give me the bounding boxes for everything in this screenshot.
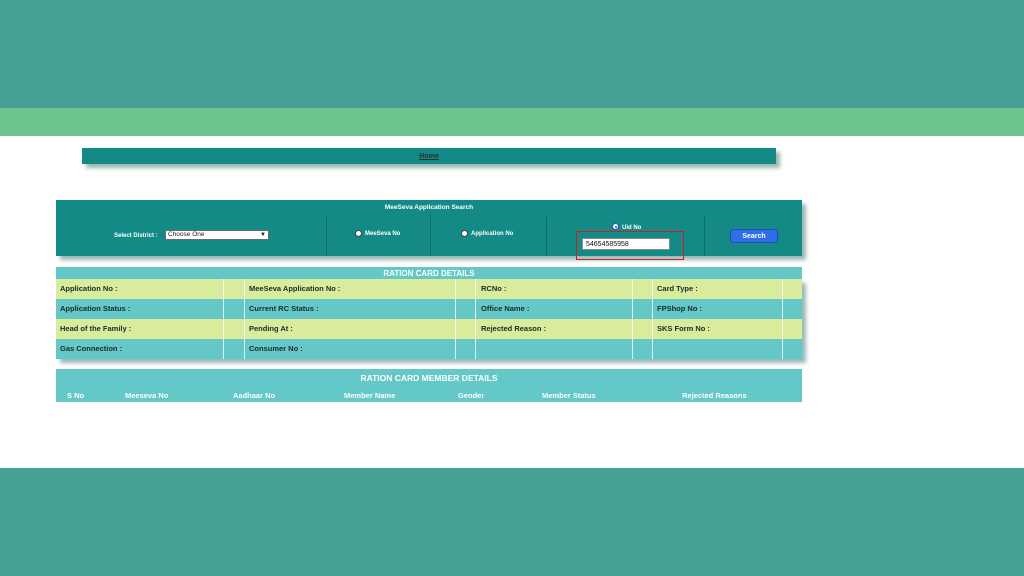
cell-divider [430,215,431,256]
cell-divider [223,279,224,299]
cell-divider [782,339,783,359]
radio-meeseva-no[interactable] [355,230,362,237]
cell-divider [223,319,224,339]
radio-application-label: Application No [471,231,514,237]
cell-divider [632,339,633,359]
member-details-title: RATION CARD MEMBER DETAILS [360,373,498,383]
column-header-meeseva-no: Meeseva No [125,391,169,400]
cell-divider [244,279,245,299]
cell-divider [652,339,653,359]
cell-divider [455,339,456,359]
table-row: Head of the Family : Pending At : Reject… [56,319,802,339]
field-gas-connection: Gas Connection : [60,344,123,353]
district-select[interactable]: Choose One ▼ [165,230,269,240]
member-details-section: RATION CARD MEMBER DETAILS S No Meeseva … [56,369,802,402]
column-header-rejected-reasons: Rejected Reasons [682,391,747,400]
top-banner [0,0,1024,108]
ration-card-details-table: Application No : MeeSeva Application No … [56,279,802,359]
highlight-annotation [576,231,684,260]
ration-card-details-title: RATION CARD DETAILS [56,267,802,279]
cell-divider [782,319,783,339]
cell-divider [326,215,327,256]
cell-divider [223,299,224,319]
cell-divider [455,279,456,299]
radio-meeseva-label: MeeSeva No [365,231,401,237]
field-rejected-reason: Rejected Reason : [481,324,547,333]
chevron-down-icon: ▼ [260,232,266,238]
cell-divider [244,319,245,339]
cell-divider [475,299,476,319]
cell-divider [652,319,653,339]
column-header-member-name: Member Name [344,391,396,400]
column-header-gender: Gender [458,391,485,400]
cell-divider [632,279,633,299]
column-header-aadhaar-no: Aadhaar No [233,391,276,400]
field-pending-at: Pending At : [249,324,293,333]
table-row: Application Status : Current RC Status :… [56,299,802,319]
cell-divider [475,279,476,299]
cell-divider [652,279,653,299]
cell-divider [704,215,705,256]
cell-divider [244,299,245,319]
district-label: Select District : [114,233,158,239]
table-row: Application No : MeeSeva Application No … [56,279,802,299]
search-button[interactable]: Search [730,229,778,243]
cell-divider [244,339,245,359]
field-current-rc-status: Current RC Status : [249,304,319,313]
field-application-status: Application Status : [60,304,131,313]
cell-divider [455,299,456,319]
table-row: Gas Connection : Consumer No : [56,339,802,359]
cell-divider [782,299,783,319]
field-meeseva-application-no: MeeSeva Application No : [249,284,341,293]
field-consumer-no: Consumer No : [249,344,303,353]
cell-divider [782,279,783,299]
column-header-member-status: Member Status [542,391,596,400]
field-fpshop-no: FPShop No : [657,304,702,313]
cell-divider [632,319,633,339]
field-rc-no: RCNo : [481,284,507,293]
cell-divider [475,319,476,339]
cell-divider [475,339,476,359]
radio-application-no[interactable] [461,230,468,237]
home-bar: Home [82,148,776,164]
cell-divider [223,339,224,359]
cell-divider [632,299,633,319]
column-header-s-no: S No [67,391,85,400]
home-link[interactable]: Home [419,153,438,160]
green-stripe [0,108,1024,136]
bottom-banner [0,468,1024,576]
field-head-of-family: Head of the Family : [60,324,132,333]
cell-divider [455,319,456,339]
field-application-no: Application No : [60,284,118,293]
radio-uid-no[interactable] [612,223,619,230]
search-panel-title: MeeSeva Application Search [384,203,474,211]
cell-divider [546,215,547,256]
cell-divider [652,299,653,319]
district-selected-value: Choose One [168,231,205,238]
field-sks-form-no: SKS Form No : [657,324,710,333]
field-card-type: Card Type : [657,284,698,293]
field-office-name: Office Name : [481,304,530,313]
application-search-panel: MeeSeva Application Search Select Distri… [56,200,802,256]
